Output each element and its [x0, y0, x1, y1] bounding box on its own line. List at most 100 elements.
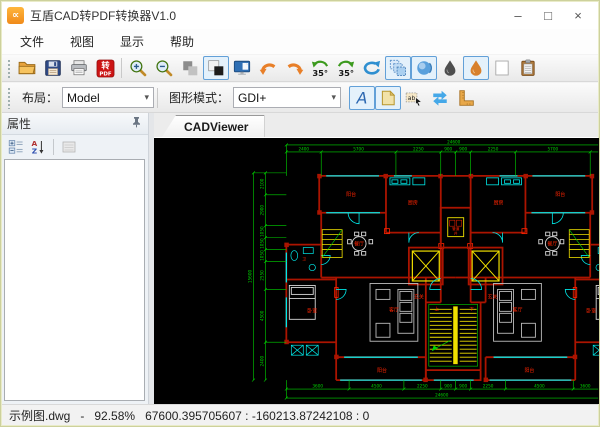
staircase	[426, 302, 481, 380]
minimize-button[interactable]: –	[503, 4, 533, 26]
redo-button[interactable]	[281, 56, 307, 80]
gray-squares-icon	[181, 59, 199, 77]
svg-text:管道: 管道	[452, 226, 460, 231]
screen-view-button[interactable]	[229, 56, 255, 80]
menu-view[interactable]: 视图	[61, 30, 103, 53]
undo-arrow-icon	[259, 59, 278, 78]
bw-squares-icon	[207, 59, 225, 77]
cad-viewer: CADViewer	[154, 113, 599, 404]
render-quality-button[interactable]	[411, 56, 437, 80]
svg-text:35°: 35°	[312, 68, 328, 78]
save-button[interactable]	[40, 56, 66, 80]
maximize-button[interactable]: □	[533, 4, 563, 26]
svg-text:井: 井	[454, 231, 458, 236]
ink-dark-button[interactable]	[437, 56, 463, 80]
properties-list[interactable]	[4, 159, 145, 401]
rotate-view-button[interactable]	[359, 56, 385, 80]
svg-text:阳台: 阳台	[346, 191, 356, 198]
rotate-right-35-button[interactable]: 35°	[333, 56, 359, 80]
svg-text:2550: 2550	[259, 270, 264, 281]
svg-text:4500: 4500	[259, 310, 264, 321]
toolbar-grip	[5, 86, 12, 109]
layout-dropdown[interactable]: Model ▾	[62, 87, 154, 108]
open-folder-icon	[18, 59, 36, 77]
svg-text:1050: 1050	[259, 238, 264, 249]
svg-text:餐厅: 餐厅	[354, 241, 364, 248]
properties-toolbar: A Z	[1, 135, 148, 159]
page-style-button[interactable]	[375, 86, 401, 110]
options-toolbar: 布局： Model ▾ 图形模式： GDI+ ▾ A ab	[1, 82, 599, 113]
title-bar: ∝ 互盾CAD转PDF转换器V1.0 – □ ×	[1, 1, 599, 29]
center-shaft: 管道 井	[441, 208, 471, 248]
layers-button[interactable]	[385, 56, 411, 80]
svg-text:2250: 2250	[488, 146, 499, 151]
close-button[interactable]: ×	[563, 4, 593, 26]
svg-text:玄关: 玄关	[414, 293, 424, 300]
svg-text:客厅: 客厅	[389, 306, 399, 313]
menu-display[interactable]: 显示	[111, 30, 153, 53]
app-window: ∝ 互盾CAD转PDF转换器V1.0 – □ × 文件 视图 显示 帮助	[0, 0, 600, 427]
clipboard-icon	[519, 59, 537, 77]
svg-text:卧室: 卧室	[586, 307, 596, 314]
menu-file[interactable]: 文件	[11, 30, 53, 53]
main-area: 属性	[1, 113, 599, 404]
svg-text:2250: 2250	[483, 384, 494, 389]
measure-button[interactable]	[453, 86, 479, 110]
find-text-button[interactable]: ab	[401, 86, 427, 110]
svg-text:2250: 2250	[413, 146, 424, 151]
rotate-right-35-icon: 35°	[336, 59, 356, 78]
status-zoom-level: 92.58%	[94, 409, 135, 423]
drawing-canvas[interactable]: 管道 井	[154, 138, 599, 404]
svg-text:厨房: 厨房	[494, 200, 504, 207]
ruler-icon	[457, 89, 475, 107]
toolbar-separator	[157, 88, 158, 108]
property-pages-icon	[61, 139, 77, 155]
sort-alphabetical-button[interactable]: A Z	[27, 137, 49, 157]
swap-compare-button[interactable]	[427, 86, 453, 110]
ink-color-button[interactable]	[463, 56, 489, 80]
orange-droplet-icon	[467, 59, 485, 77]
zoom-in-icon	[129, 59, 147, 77]
open-file-button[interactable]	[14, 56, 40, 80]
convert-to-pdf-button[interactable]: 转 PDF	[92, 56, 118, 80]
svg-text:3600: 3600	[312, 384, 323, 389]
rotate-left-35-button[interactable]: 35°	[307, 56, 333, 80]
svg-text:转: 转	[101, 60, 110, 70]
svg-text:餐厅: 餐厅	[547, 241, 557, 248]
svg-text:上: 上	[435, 305, 440, 312]
svg-text:客厅: 客厅	[513, 306, 523, 313]
folded-page-icon	[379, 89, 397, 107]
chevron-down-icon: ▾	[326, 92, 337, 103]
menu-bar: 文件 视图 显示 帮助	[1, 29, 599, 54]
rotate-circle-icon	[362, 59, 382, 78]
graphics-mode-label: 图形模式：	[169, 89, 229, 106]
menu-help[interactable]: 帮助	[161, 30, 203, 53]
monitor-page-icon	[233, 59, 251, 77]
layout-value: Model	[67, 91, 100, 105]
blank-page-button[interactable]	[489, 56, 515, 80]
print-button[interactable]	[66, 56, 92, 80]
zoom-in-button[interactable]	[125, 56, 151, 80]
svg-text:ab: ab	[408, 94, 416, 101]
letter-a-icon: A	[353, 89, 371, 107]
zoom-out-button[interactable]	[151, 56, 177, 80]
show-text-button[interactable]: A	[349, 86, 375, 110]
paste-settings-button[interactable]	[515, 56, 541, 80]
floorplan-drawing: 管道 井	[154, 138, 599, 404]
status-bar: 示例图.dwg - 92.58% 67600.395705607 : -1602…	[1, 404, 599, 426]
svg-text:4500: 4500	[534, 384, 545, 389]
background-bw-button[interactable]	[203, 56, 229, 80]
svg-text:5700: 5700	[353, 146, 364, 151]
categorize-button[interactable]	[5, 137, 27, 157]
tab-cadviewer[interactable]: CADViewer	[162, 115, 264, 137]
toolbar-separator	[121, 58, 122, 78]
pin-icon[interactable]	[131, 116, 142, 131]
window-title: 互盾CAD转PDF转换器V1.0	[30, 7, 176, 24]
property-pages-button-disabled	[58, 137, 80, 157]
graphics-mode-dropdown[interactable]: GDI+ ▾	[233, 87, 341, 108]
undo-button[interactable]	[255, 56, 281, 80]
background-gray-button[interactable]	[177, 56, 203, 80]
properties-panel: 属性	[1, 113, 149, 404]
toolbar-separator	[53, 139, 54, 155]
svg-text:900: 900	[459, 384, 467, 389]
